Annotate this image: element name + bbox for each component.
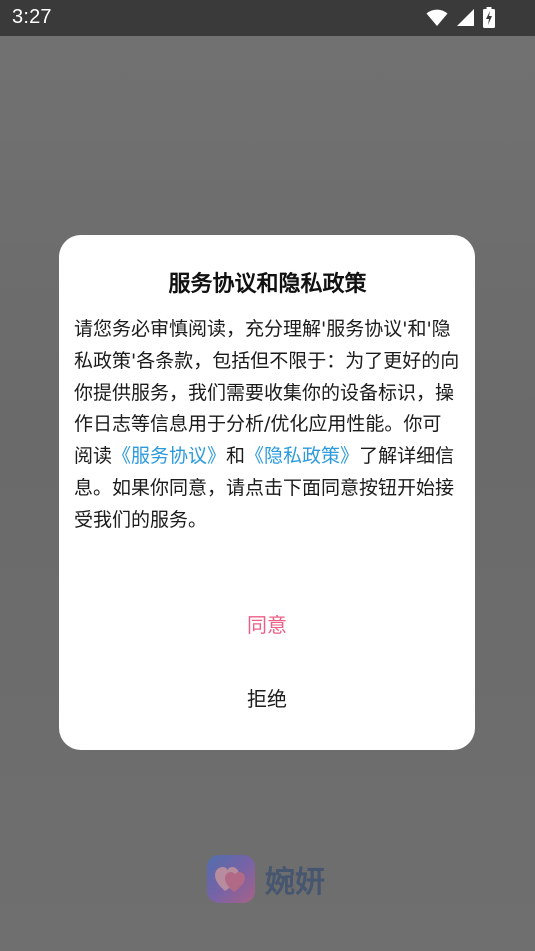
dialog-body: 请您务必审慎阅读，充分理解'服务协议'和'隐私政策'各条款，包括但不限于：为了更… (74, 314, 460, 537)
agree-button[interactable]: 同意 (59, 600, 475, 650)
status-bar: 3:27 (0, 0, 535, 36)
body-text-2: 和 (226, 445, 246, 468)
privacy-policy-link[interactable]: 《隐私政策》 (245, 445, 359, 467)
status-time: 3:27 (12, 6, 52, 28)
wifi-icon (426, 9, 448, 27)
status-icons (426, 7, 495, 28)
brand: 婉妍 (207, 855, 325, 903)
app-logo (207, 855, 255, 903)
reject-button[interactable]: 拒绝 (59, 674, 475, 724)
battery-charging-icon (483, 7, 495, 28)
signal-icon (456, 8, 475, 27)
service-agreement-link[interactable]: 《服务协议》 (112, 445, 226, 467)
dialog-title: 服务协议和隐私政策 (168, 272, 367, 297)
app-name: 婉妍 (265, 865, 325, 900)
